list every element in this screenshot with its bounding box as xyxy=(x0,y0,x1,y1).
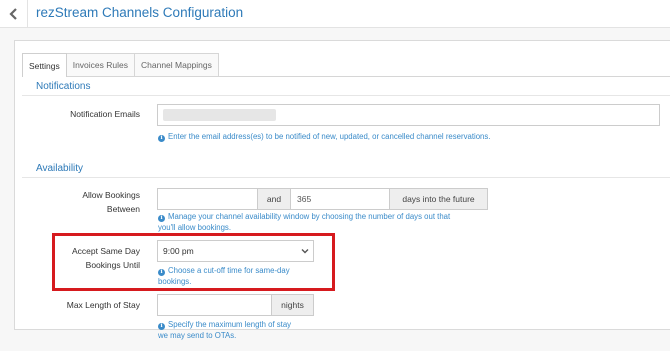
availability-section-title: Availability xyxy=(36,163,84,174)
info-icon: i xyxy=(158,135,165,142)
bookings-to-input[interactable]: 365 xyxy=(290,188,390,210)
redacted-email-value xyxy=(163,109,276,121)
tab-invoices-rules[interactable]: Invoices Rules xyxy=(65,53,135,76)
allow-bookings-help: i Manage your channel availability window… xyxy=(158,212,451,232)
top-bar: rezStream Channels Configuration xyxy=(0,0,670,28)
notifications-section-title: Notifications xyxy=(36,81,91,92)
info-icon: i xyxy=(158,323,165,330)
back-button[interactable] xyxy=(0,0,28,28)
availability-divider xyxy=(22,177,670,178)
tab-bar: Settings Invoices Rules Channel Mappings xyxy=(22,53,219,77)
bookings-from-input[interactable] xyxy=(157,188,258,210)
notification-emails-help: i Enter the email address(es) to be notif… xyxy=(158,131,638,142)
max-length-of-stay-help: i Specify the maximum length of stay we m… xyxy=(158,320,292,340)
info-icon: i xyxy=(158,215,165,222)
max-length-of-stay-label: Max Length of Stay xyxy=(66,300,140,310)
tab-divider xyxy=(22,76,670,77)
notification-emails-label: Notification Emails xyxy=(70,109,140,119)
tab-channel-mappings[interactable]: Channel Mappings xyxy=(134,53,219,76)
notifications-divider xyxy=(22,95,670,96)
highlight-box xyxy=(52,233,335,291)
max-length-of-stay-input[interactable] xyxy=(157,294,272,316)
chevron-left-icon xyxy=(8,8,17,20)
and-addon: and xyxy=(257,188,291,210)
page-title: rezStream Channels Configuration xyxy=(36,5,244,20)
allow-bookings-label: Allow Bookings Between xyxy=(82,190,140,214)
tab-settings[interactable]: Settings xyxy=(22,53,67,77)
nights-addon: nights xyxy=(271,294,314,316)
days-into-future-addon: days into the future xyxy=(389,188,488,210)
